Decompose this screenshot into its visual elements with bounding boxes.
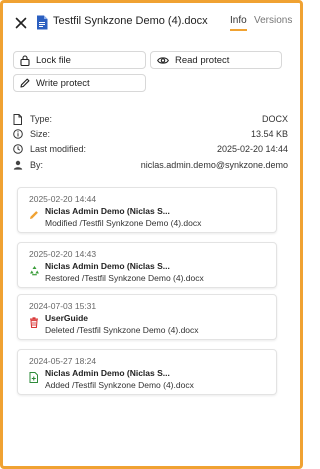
activity-date: 2025-02-20 14:44 (29, 194, 97, 204)
file-title: Testfil Synkzone Demo (4).docx (53, 15, 208, 27)
activity-user: Niclas Admin Demo (Niclas S... (45, 261, 170, 271)
user-icon (13, 160, 23, 170)
close-icon (15, 17, 27, 29)
activity-date: 2024-07-03 15:31 (29, 301, 97, 311)
activity-date: 2024-05-27 18:24 (29, 356, 97, 366)
activity-action: Deleted /Testfil Synkzone Demo (4).docx (45, 325, 199, 335)
panel-header: Testfil Synkzone Demo (4).docx Info Vers… (9, 9, 294, 37)
pencil-icon (30, 211, 38, 219)
property-value: niclas.admin.demo@synkzone.demo (140, 160, 288, 170)
property-key: By: (30, 160, 44, 170)
activity-action: Restored /Testfil Synkzone Demo (4).docx (45, 273, 204, 283)
property-by: By: niclas.admin.demo@synkzone.demo (13, 159, 288, 172)
info-icon (13, 129, 23, 139)
activity-date: 2025-02-20 14:43 (29, 249, 97, 259)
property-last-modified: Last modified: 2025-02-20 14:44 (13, 143, 288, 156)
activity-user: Niclas Admin Demo (Niclas S... (45, 368, 170, 378)
pen-icon (20, 78, 30, 88)
property-size: Size: 13.54 KB (13, 128, 288, 141)
eye-icon (157, 56, 169, 64)
activity-action: Modified /Testfil Synkzone Demo (4).docx (45, 218, 202, 228)
close-button[interactable] (11, 13, 31, 33)
property-value: 2025-02-20 14:44 (216, 144, 288, 154)
activity-action: Added /Testfil Synkzone Demo (4).docx (45, 380, 194, 390)
write-protect-label: Write protect (36, 77, 90, 89)
file-add-icon (29, 372, 38, 383)
lock-file-label: Lock file (36, 54, 71, 66)
property-value: DOCX (261, 114, 288, 124)
recycle-icon (30, 266, 39, 276)
read-protect-label: Read protect (175, 54, 230, 66)
read-protect-button[interactable]: Read protect (150, 51, 282, 69)
activity-user: UserGuide (45, 313, 88, 323)
tab-versions[interactable]: Versions (254, 15, 292, 29)
activity-item: 2024-07-03 15:31 UserGuide Deleted /Test… (17, 294, 277, 340)
activity-item: 2025-02-20 14:43 Niclas Admin Demo (Nicl… (17, 242, 277, 288)
lock-icon (20, 54, 30, 66)
write-protect-button[interactable]: Write protect (13, 74, 146, 92)
property-type: Type: DOCX (13, 113, 288, 126)
tab-info[interactable]: Info (230, 15, 247, 31)
property-value: 13.54 KB (250, 129, 288, 139)
trash-icon (30, 317, 38, 328)
clock-icon (13, 144, 23, 154)
lock-file-button[interactable]: Lock file (13, 51, 146, 69)
property-key: Type: (30, 114, 53, 124)
file-icon (13, 114, 22, 125)
activity-user: Niclas Admin Demo (Niclas S... (45, 206, 170, 216)
activity-item: 2025-02-20 14:44 Niclas Admin Demo (Nicl… (17, 187, 277, 233)
activity-item: 2024-05-27 18:24 Niclas Admin Demo (Nicl… (17, 349, 277, 395)
property-key: Size: (30, 129, 51, 139)
word-file-icon (37, 15, 48, 30)
info-panel: Testfil Synkzone Demo (4).docx Info Vers… (0, 0, 303, 469)
property-key: Last modified: (30, 144, 87, 154)
